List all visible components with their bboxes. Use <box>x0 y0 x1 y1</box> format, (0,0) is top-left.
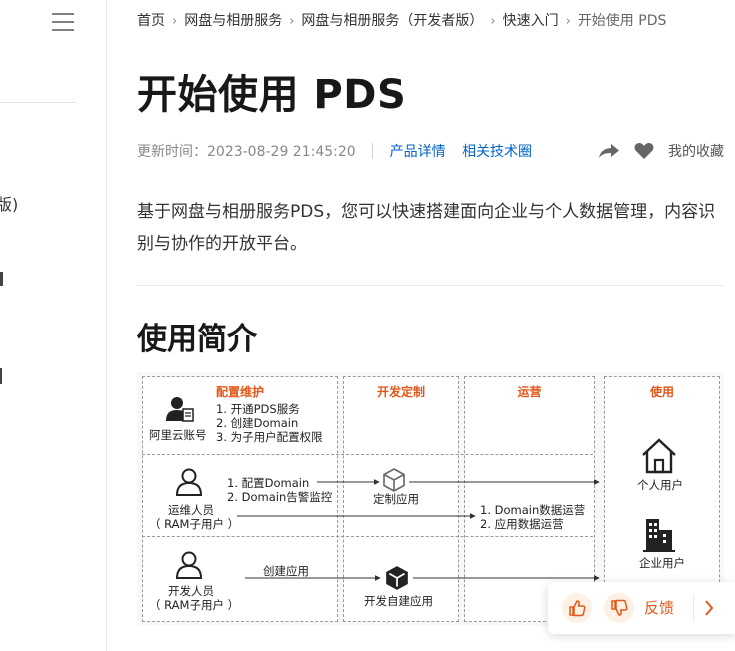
chevron-right-icon: › <box>172 14 178 29</box>
section-heading: 使用简介 <box>137 322 257 357</box>
heart-icon[interactable] <box>634 142 654 160</box>
tech-circle-link[interactable]: 相关技术圈 <box>462 144 532 160</box>
breadcrumb-pds-dev[interactable]: 网盘与相册服务（开发者版） <box>301 13 483 29</box>
feedback-divider <box>693 594 694 622</box>
thumbs-up-icon <box>569 600 586 617</box>
breadcrumb-current: 开始使用 PDS <box>577 13 667 29</box>
breadcrumb-pds[interactable]: 网盘与相册服务 <box>184 13 282 29</box>
sidebar-fragment-mark <box>0 368 2 384</box>
feedback-panel: 反馈 <box>548 582 735 634</box>
chevron-right-icon: › <box>565 14 571 29</box>
breadcrumb-quickstart[interactable]: 快速入门 <box>503 13 559 29</box>
feedback-button[interactable]: 反馈 <box>644 597 674 618</box>
intro-paragraph: 基于网盘与相册服务PDS，您可以快速搭建面向企业与个人数据管理，内容识别与协作的… <box>137 202 716 254</box>
section-divider <box>137 285 724 286</box>
thumbs-down-button[interactable] <box>604 593 634 623</box>
thumbs-up-button[interactable] <box>562 593 592 623</box>
updated-label: 更新时间： <box>137 144 207 160</box>
chevron-right-icon[interactable] <box>703 598 715 618</box>
page-title: 开始使用 PDS <box>137 72 407 118</box>
favorites-link[interactable]: 我的收藏 <box>668 141 724 161</box>
menu-icon[interactable] <box>52 13 74 32</box>
meta-divider <box>372 143 374 159</box>
breadcrumb: 首页 › 网盘与相册服务 › 网盘与相册服务（开发者版） › 快速入门 › 开始使用 PDS <box>137 10 666 30</box>
meta-actions: 我的收藏 <box>598 141 724 161</box>
breadcrumb-home[interactable]: 首页 <box>137 13 165 29</box>
thumbs-down-icon <box>611 599 628 616</box>
sidebar-item-fragment[interactable]: 版) <box>0 191 18 215</box>
meta-row: 更新时间：2023-08-29 21:45:20 产品详情 相关技术圈 我的收藏 <box>137 141 724 161</box>
updated-time: 2023-08-29 21:45:20 <box>207 144 356 160</box>
product-details-link[interactable]: 产品详情 <box>390 144 446 160</box>
sidebar-divider <box>0 102 76 103</box>
sidebar-fragment-mark <box>0 272 3 286</box>
sidebar-fragment-glyph <box>0 143 3 159</box>
share-icon[interactable] <box>598 143 620 159</box>
chevron-right-icon: › <box>490 14 496 29</box>
chevron-right-icon: › <box>289 14 295 29</box>
left-sidebar: 版) <box>0 0 107 651</box>
